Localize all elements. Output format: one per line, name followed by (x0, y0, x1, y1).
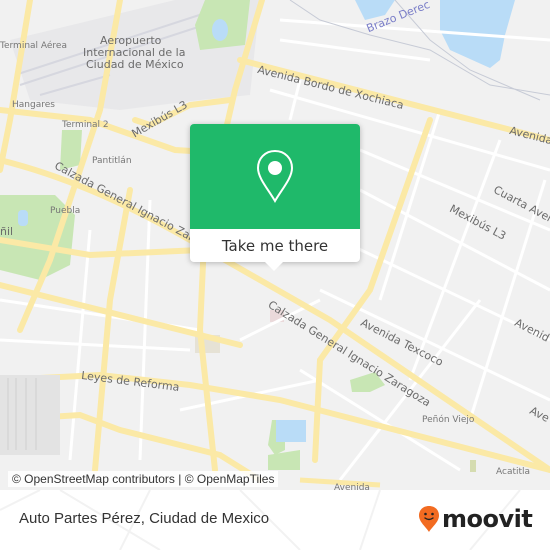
moovit-pin-smile-icon (419, 506, 439, 532)
map-label-nil: ñil (0, 225, 14, 238)
moovit-wordmark: moovit (442, 505, 533, 533)
field (470, 460, 476, 472)
map-pin-icon (256, 149, 294, 203)
take-me-there-button[interactable]: Take me there (190, 229, 360, 262)
map-label-puebla: Puebla (50, 206, 81, 216)
pond-south (276, 420, 306, 442)
map-view[interactable]: Terminal Aérea Aeropuerto Internacional … (0, 0, 550, 490)
pond-west (18, 210, 28, 226)
map-label-pantitlan: Pantitlán (92, 156, 132, 166)
map-label-aeropuerto-3: Ciudad de México (86, 58, 184, 71)
map-label-terminal-aerea: Terminal Aérea (0, 41, 67, 51)
popup-pointer (265, 262, 283, 271)
take-me-there-popup[interactable]: Take me there (190, 124, 360, 271)
popup-header[interactable] (190, 124, 360, 229)
industrial-blocks (0, 375, 60, 455)
map-label-aeropuerto-1: Aeropuerto (100, 34, 162, 47)
map-label-hangares: Hangares (12, 100, 55, 110)
map-label-aeropuerto-2: Internacional de la (83, 46, 186, 59)
map-label-acatitla: Acatitla (496, 467, 531, 477)
map-attribution[interactable]: © OpenStreetMap contributors | © OpenMap… (8, 471, 279, 487)
map-label-penon-viejo: Peñón Viejo (422, 415, 475, 425)
map-label-terminal-2: Terminal 2 (62, 120, 109, 130)
pond-north (212, 19, 228, 41)
moovit-logo[interactable]: moovit (418, 505, 533, 533)
place-name: Auto Partes Pérez, Ciudad de Mexico (19, 510, 270, 527)
